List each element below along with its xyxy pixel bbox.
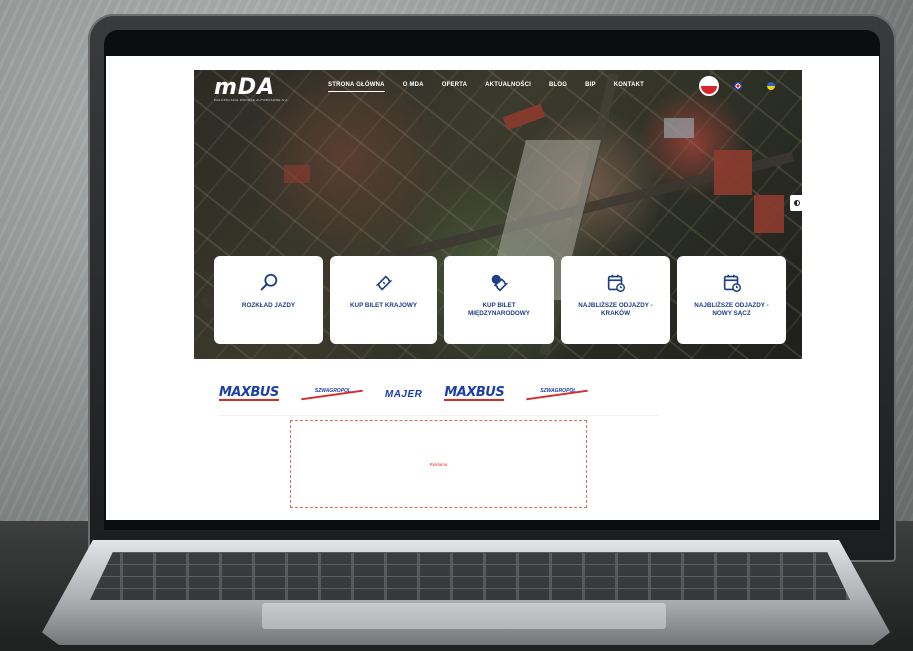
calendar-clock-icon	[723, 274, 741, 292]
tile-label: KUP BILET MIĘDZYNARODOWY	[468, 302, 530, 317]
partner-maxbus[interactable]: MAXBUS	[219, 384, 279, 404]
search-icon	[260, 273, 277, 291]
tile-label: NAJBLIŻSZE ODJAZDY - KRAKÓW	[578, 302, 653, 317]
maxbus-logo: MAXBUS	[444, 385, 505, 401]
partner-szwagropol[interactable]: SZWAGROPOL	[301, 388, 363, 401]
logo-subtitle: MAŁOPOLSKIE DWORCE AUTOBUSOWE S.A.	[214, 98, 289, 102]
main-menu: STRONA GŁÓWNA O MDA OFERTA AKTUALNOŚCI B…	[328, 82, 662, 92]
nav-item-news[interactable]: AKTUALNOŚCI	[485, 82, 531, 92]
maxbus-logo: MAXBUS	[219, 385, 279, 401]
keyboard-rows	[90, 552, 850, 600]
ad-label: Reklama	[429, 461, 448, 467]
pl-flag-icon[interactable]	[699, 76, 719, 96]
logo-text: mDA	[214, 75, 276, 100]
ua-flag-icon[interactable]	[767, 82, 775, 90]
tile-label: KUP BILET KRAJOWY	[349, 302, 418, 309]
contrast-icon	[794, 200, 800, 206]
section-divider	[219, 415, 659, 416]
contrast-toggle-button[interactable]	[790, 195, 804, 211]
nav-item-contact[interactable]: KONTAKT	[614, 82, 644, 92]
mda-logo[interactable]: mDA MAŁOPOLSKIE DWORCE AUTOBUSOWE S.A.	[214, 75, 296, 106]
tile-buy-international-ticket[interactable]: KUP BILET MIĘDZYNARODOWY	[444, 256, 554, 344]
top-nav: mDA MAŁOPOLSKIE DWORCE AUTOBUSOWE S.A. S…	[194, 70, 802, 110]
ad-placeholder[interactable]: Reklama	[290, 420, 587, 508]
majer-logo: MAJER	[384, 388, 423, 400]
tile-timetable[interactable]: ROZKŁAD JAZDY	[214, 256, 323, 344]
nav-item-offer[interactable]: OFERTA	[442, 82, 467, 92]
hero-roof	[284, 165, 310, 183]
nav-item-bip[interactable]: BIP	[585, 82, 596, 92]
quick-action-tiles: ROZKŁAD JAZDY KUP BILET KRAJOWY KUP BILE…	[214, 256, 786, 344]
tile-departures-nowy-sacz[interactable]: NAJBLIŻSZE ODJAZDY - NOWY SĄCZ	[677, 256, 786, 344]
szwagropol-logo: SZWAGROPOL	[540, 388, 577, 394]
website: mDA MAŁOPOLSKIE DWORCE AUTOBUSOWE S.A. S…	[194, 70, 804, 520]
tile-label: ROZKŁAD JAZDY	[241, 302, 296, 309]
globe-ticket-icon	[491, 274, 509, 292]
partner-majer[interactable]: MAJER	[385, 384, 423, 404]
hero-roof	[714, 150, 752, 195]
calendar-clock-icon	[607, 274, 625, 292]
tile-departures-krakow[interactable]: NAJBLIŻSZE ODJAZDY - KRAKÓW	[561, 256, 670, 344]
nav-item-blog[interactable]: BLOG	[549, 82, 567, 92]
hero-roof	[754, 195, 784, 233]
tile-buy-domestic-ticket[interactable]: KUP BILET KRAJOWY	[330, 256, 437, 344]
partner-maxbus[interactable]: MAXBUS	[444, 384, 505, 404]
nav-item-home[interactable]: STRONA GŁÓWNA	[328, 82, 385, 92]
szwagropol-logo: SZWAGROPOL	[314, 388, 351, 394]
hero-roof	[664, 118, 694, 138]
laptop-screen: mDA MAŁOPOLSKIE DWORCE AUTOBUSOWE S.A. S…	[106, 56, 879, 520]
en-flag-icon[interactable]	[734, 82, 742, 90]
tile-label: NAJBLIŻSZE ODJAZDY - NOWY SĄCZ	[694, 302, 769, 317]
ticket-icon	[375, 275, 392, 291]
nav-item-about[interactable]: O MDA	[403, 82, 424, 92]
partner-logos: MAXBUS SZWAGROPOL MAJER MAXBUS SZWAGROPO…	[219, 380, 659, 408]
laptop-trackpad	[262, 603, 666, 629]
partner-szwagropol[interactable]: SZWAGROPOL	[526, 388, 589, 401]
